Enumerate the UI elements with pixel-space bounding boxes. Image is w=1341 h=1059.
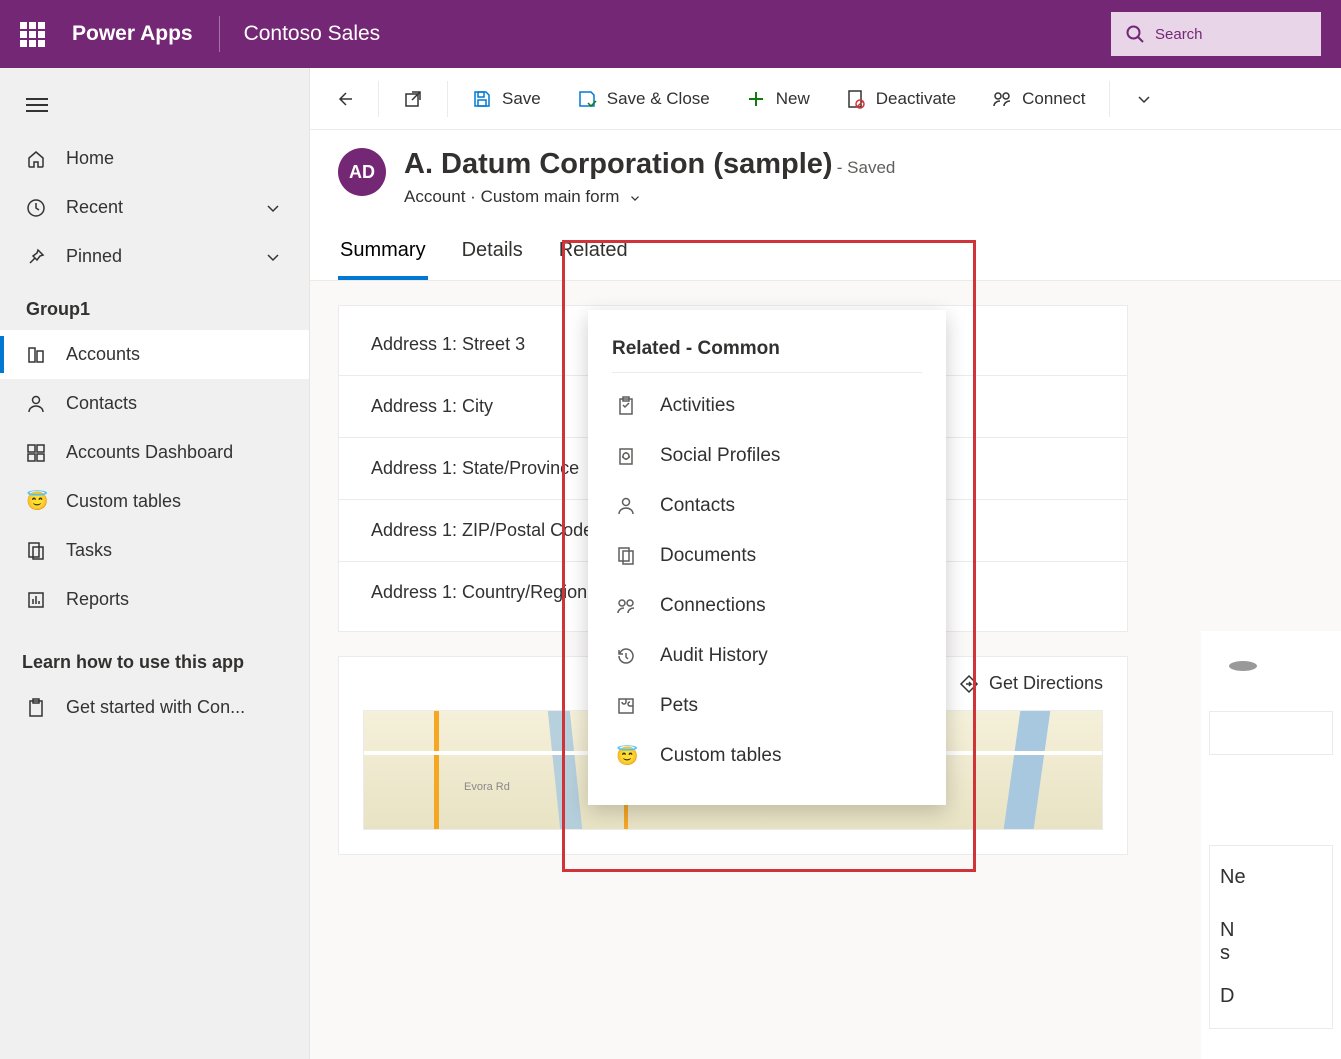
person-icon — [26, 394, 46, 414]
map-road-label: Evora Rd — [464, 781, 510, 793]
nav-reports-label: Reports — [66, 589, 129, 610]
accounts-icon — [26, 345, 46, 365]
tabs: Summary Details Related — [310, 225, 1341, 281]
command-bar: Save Save & Close New Deactivate Connect — [310, 68, 1341, 130]
saved-status: - Saved — [837, 158, 896, 177]
nav-contacts-label: Contacts — [66, 393, 137, 414]
sidebar: Home Recent Pinned Group1 Accounts Conta… — [0, 68, 310, 1059]
nav-custom-label: Custom tables — [66, 491, 181, 512]
nav-contacts[interactable]: Contacts — [0, 379, 309, 428]
related-pets[interactable]: Pets — [612, 681, 922, 731]
nav-home-label: Home — [66, 148, 114, 169]
nav-custom-tables[interactable]: 😇 Custom tables — [0, 477, 309, 526]
learn-heading: Learn how to use this app — [0, 624, 309, 683]
back-button[interactable] — [318, 79, 370, 119]
home-icon — [26, 149, 46, 169]
search-input[interactable]: Search — [1111, 12, 1321, 56]
related-header: Related - Common — [612, 338, 922, 373]
divider — [219, 16, 220, 52]
group-label: Group1 — [0, 281, 309, 330]
related-documents[interactable]: Documents — [612, 531, 922, 581]
save-button[interactable]: Save — [456, 79, 557, 119]
tab-related[interactable]: Related — [557, 225, 630, 280]
overflow-button[interactable] — [1118, 79, 1170, 119]
emoji-icon: 😇 — [616, 746, 636, 767]
nav-recent[interactable]: Recent — [0, 183, 309, 232]
form-selector[interactable]: Custom main form — [481, 187, 620, 206]
get-directions-link[interactable]: Get Directions — [989, 673, 1103, 694]
tab-summary[interactable]: Summary — [338, 225, 428, 280]
related-audit[interactable]: Audit History — [612, 631, 922, 681]
related-contacts[interactable]: Contacts — [612, 481, 922, 531]
save-label: Save — [502, 89, 541, 109]
right-panel-truncated: Ne N s D — [1201, 631, 1341, 1059]
related-activities[interactable]: Activities — [612, 381, 922, 431]
connect-label: Connect — [1022, 89, 1085, 109]
reports-icon — [26, 590, 46, 610]
nav-dashboard[interactable]: Accounts Dashboard — [0, 428, 309, 477]
tasks-icon — [26, 541, 46, 561]
clock-icon — [26, 198, 46, 218]
related-dropdown: Related - Common Activities Social Profi… — [588, 310, 946, 805]
app-launcher-icon[interactable] — [20, 22, 44, 46]
save-close-icon — [577, 89, 597, 109]
back-icon — [334, 89, 354, 109]
avatar-placeholder — [1229, 661, 1257, 671]
related-custom-tables[interactable]: 😇 Custom tables — [612, 731, 922, 781]
history-icon — [616, 646, 636, 666]
nav-tasks-label: Tasks — [66, 540, 112, 561]
puzzle-icon — [616, 696, 636, 716]
nav-get-started-label: Get started with Con... — [66, 697, 245, 718]
record-title: A. Datum Corporation (sample) — [404, 148, 833, 180]
dashboard-icon — [26, 443, 46, 463]
nav-recent-label: Recent — [66, 197, 123, 218]
clipboard-icon — [616, 396, 636, 416]
chevron-down-icon — [263, 198, 283, 218]
clipboard-icon — [26, 698, 46, 718]
chevron-down-icon[interactable] — [628, 191, 642, 205]
save-close-button[interactable]: Save & Close — [561, 79, 726, 119]
nav-get-started[interactable]: Get started with Con... — [0, 683, 309, 732]
chevron-down-icon — [263, 247, 283, 267]
social-icon — [616, 446, 636, 466]
search-icon — [1125, 24, 1145, 44]
pin-icon — [26, 247, 46, 267]
entity-name: Account — [404, 187, 465, 206]
deactivate-label: Deactivate — [876, 89, 956, 109]
deactivate-icon — [846, 89, 866, 109]
person-icon — [616, 496, 636, 516]
search-placeholder: Search — [1155, 26, 1203, 43]
nav-home[interactable]: Home — [0, 134, 309, 183]
plus-icon — [746, 89, 766, 109]
save-icon — [472, 89, 492, 109]
nav-pinned-label: Pinned — [66, 246, 122, 267]
popout-icon — [403, 89, 423, 109]
right-new-label: Ne — [1220, 866, 1322, 889]
save-close-label: Save & Close — [607, 89, 710, 109]
nav-reports[interactable]: Reports — [0, 575, 309, 624]
connect-icon — [992, 89, 1012, 109]
new-button[interactable]: New — [730, 79, 826, 119]
nav-pinned[interactable]: Pinned — [0, 232, 309, 281]
sitemap-toggle[interactable] — [0, 86, 309, 134]
deactivate-button[interactable]: Deactivate — [830, 79, 972, 119]
nav-accounts-label: Accounts — [66, 344, 140, 365]
connect-button[interactable]: Connect — [976, 79, 1101, 119]
tenant-name: Contoso Sales — [244, 22, 381, 46]
nav-dashboard-label: Accounts Dashboard — [66, 442, 233, 463]
related-social[interactable]: Social Profiles — [612, 431, 922, 481]
tab-details[interactable]: Details — [460, 225, 525, 280]
directions-icon — [959, 674, 979, 694]
related-connections[interactable]: Connections — [612, 581, 922, 631]
connections-icon — [616, 596, 636, 616]
chevron-down-icon — [1134, 89, 1154, 109]
emoji-icon: 😇 — [26, 491, 46, 512]
nav-tasks[interactable]: Tasks — [0, 526, 309, 575]
app-name: Power Apps — [72, 22, 193, 46]
open-new-window-button[interactable] — [387, 79, 439, 119]
new-label: New — [776, 89, 810, 109]
record-avatar: AD — [338, 148, 386, 196]
nav-accounts[interactable]: Accounts — [0, 330, 309, 379]
documents-icon — [616, 546, 636, 566]
